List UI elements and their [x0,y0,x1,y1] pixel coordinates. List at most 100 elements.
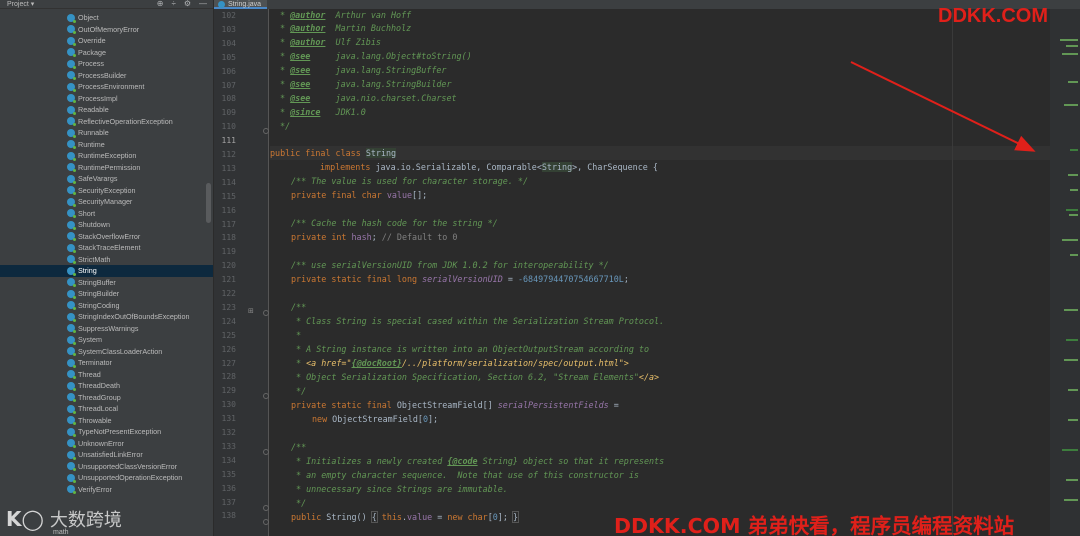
java-class-icon [67,82,76,92]
tree-item-label: Process [78,59,104,69]
tree-folder-math[interactable]: math [53,529,69,536]
tree-item-threadlocal[interactable]: ThreadLocal [0,403,213,415]
tree-item-override[interactable]: Override [0,35,213,47]
stripe-mark [1068,389,1078,391]
tree-item-verifyerror[interactable]: VerifyError [0,484,213,496]
tree-item-stringbuilder[interactable]: StringBuilder [0,288,213,300]
fold-marker-icon[interactable] [263,519,269,525]
tab-string-java[interactable]: String.java [214,0,268,9]
code-line-126: * A String instance is written into an O… [291,344,649,354]
tree-item-string[interactable]: String [0,265,213,277]
hide-icon[interactable]: — [199,0,207,8]
tree-item-suppresswarnings[interactable]: SuppressWarnings [0,323,213,335]
line-number: 108 [221,94,236,104]
tree-item-runtime[interactable]: Runtime [0,139,213,151]
tree-scrollbar[interactable] [206,183,211,223]
gear-icon[interactable]: ⚙ [184,0,191,8]
code-line-106: * @see java.lang.StringBuffer [275,65,447,75]
tree-item-label: ThreadLocal [78,404,118,414]
tree-item-runtimepermission[interactable]: RuntimePermission [0,162,213,174]
line-number: 125 [221,330,236,340]
tree-item-package[interactable]: Package [0,47,213,59]
java-class-icon [67,48,76,58]
tree-item-object[interactable]: Object [0,12,213,24]
tree-item-stringindexoutofboundsexception[interactable]: StringIndexOutOfBoundsException [0,311,213,323]
java-class-icon [67,381,76,391]
stripe-mark [1064,309,1078,311]
error-stripe[interactable] [1050,9,1080,536]
line-number: 134 [221,455,236,465]
tree-item-throwable[interactable]: Throwable [0,415,213,427]
tree-item-label: UnsatisfiedLinkError [78,450,143,460]
line-number: 105 [221,52,236,62]
java-class-icon [67,473,76,483]
tree-item-reflectiveoperationexception[interactable]: ReflectiveOperationException [0,116,213,128]
project-tree[interactable]: Object OutOfMemoryError Override Package Pro… [0,12,213,495]
tree-item-threaddeath[interactable]: ThreadDeath [0,380,213,392]
tree-item-threadgroup[interactable]: ThreadGroup [0,392,213,404]
tree-item-system[interactable]: System [0,334,213,346]
tree-item-label: Throwable [78,415,112,425]
line-number-gutter[interactable]: 102 103 104 105 106 107 108 109 110 111 112 113 114 1… [214,9,269,536]
tree-item-runtimeexception[interactable]: RuntimeException [0,150,213,162]
tree-item-unknownerror[interactable]: UnknownError [0,438,213,450]
tree-item-label: Package [78,47,106,57]
tree-item-processimpl[interactable]: ProcessImpl [0,93,213,105]
tree-item-stringcoding[interactable]: StringCoding [0,300,213,312]
java-class-icon [67,312,76,322]
tree-item-short[interactable]: Short [0,208,213,220]
stripe-mark [1066,339,1078,341]
tree-item-runnable[interactable]: Runnable [0,127,213,139]
tree-item-label: OutOfMemoryError [78,24,140,34]
fold-marker-icon[interactable] [263,449,269,455]
tree-item-terminator[interactable]: Terminator [0,357,213,369]
code-line-102: * @author Arthur van Hoff [275,10,412,20]
stripe-mark [1060,39,1078,41]
tree-item-label: TypeNotPresentException [78,427,162,437]
tree-item-processbuilder[interactable]: ProcessBuilder [0,70,213,82]
line-number: 115 [221,191,236,201]
stripe-mark [1070,254,1078,256]
locate-icon[interactable]: ⊕ [157,0,164,8]
fold-marker-icon[interactable] [263,393,269,399]
tree-item-stackoverflowerror[interactable]: StackOverflowError [0,231,213,243]
fold-marker-icon[interactable] [263,505,269,511]
tree-item-securitymanager[interactable]: SecurityManager [0,196,213,208]
line-number: 130 [221,400,236,410]
tree-item-unsupportedclassversionerror[interactable]: UnsupportedClassVersionError [0,461,213,473]
collapse-icon[interactable]: ÷ [171,0,175,8]
tree-item-label: Readable [78,105,109,115]
tab-label: String.java [228,1,262,8]
tree-item-readable[interactable]: Readable [0,104,213,116]
tree-item-shutdown[interactable]: Shutdown [0,219,213,231]
fold-marker-icon[interactable] [263,310,269,316]
watermark-bottom: DDKK.COM 弟弟快看，程序员编程资料站 [614,514,1015,536]
tree-item-unsatisfiedlinkerror[interactable]: UnsatisfiedLinkError [0,449,213,461]
tree-item-typenotpresentexception[interactable]: TypeNotPresentException [0,426,213,438]
tree-item-safevarargs[interactable]: SafeVarargs [0,173,213,185]
tree-item-thread[interactable]: Thread [0,369,213,381]
stripe-mark [1068,81,1078,83]
implementation-marker-icon[interactable]: ⊞ [248,307,254,315]
tree-item-processenvironment[interactable]: ProcessEnvironment [0,81,213,93]
tree-item-stacktraceelement[interactable]: StackTraceElement [0,242,213,254]
tree-item-process[interactable]: Process [0,58,213,70]
tree-item-strictmath[interactable]: StrictMath [0,254,213,266]
tree-item-unsupportedoperationexception[interactable]: UnsupportedOperationException [0,472,213,484]
code-area[interactable]: * @author Arthur van Hoff * @author Mart… [270,9,1080,536]
tree-item-systemclassloaderaction[interactable]: SystemClassLoaderAction [0,346,213,358]
java-class-icon [67,151,76,161]
stripe-mark [1064,359,1078,361]
java-class-icon [67,289,76,299]
tree-item-label: SecurityException [78,185,136,195]
math-folder-label: math [53,529,69,536]
tree-item-label: ThreadDeath [78,381,120,391]
java-class-icon [67,416,76,426]
fold-marker-icon[interactable] [263,128,269,134]
project-view-dropdown[interactable]: Project ▾ [7,0,34,9]
tree-item-label: Runnable [78,128,109,138]
tree-item-outofmemoryerror[interactable]: OutOfMemoryError [0,24,213,36]
tree-item-label: Thread [78,369,101,379]
tree-item-stringbuffer[interactable]: StringBuffer [0,277,213,289]
tree-item-securityexception[interactable]: SecurityException [0,185,213,197]
